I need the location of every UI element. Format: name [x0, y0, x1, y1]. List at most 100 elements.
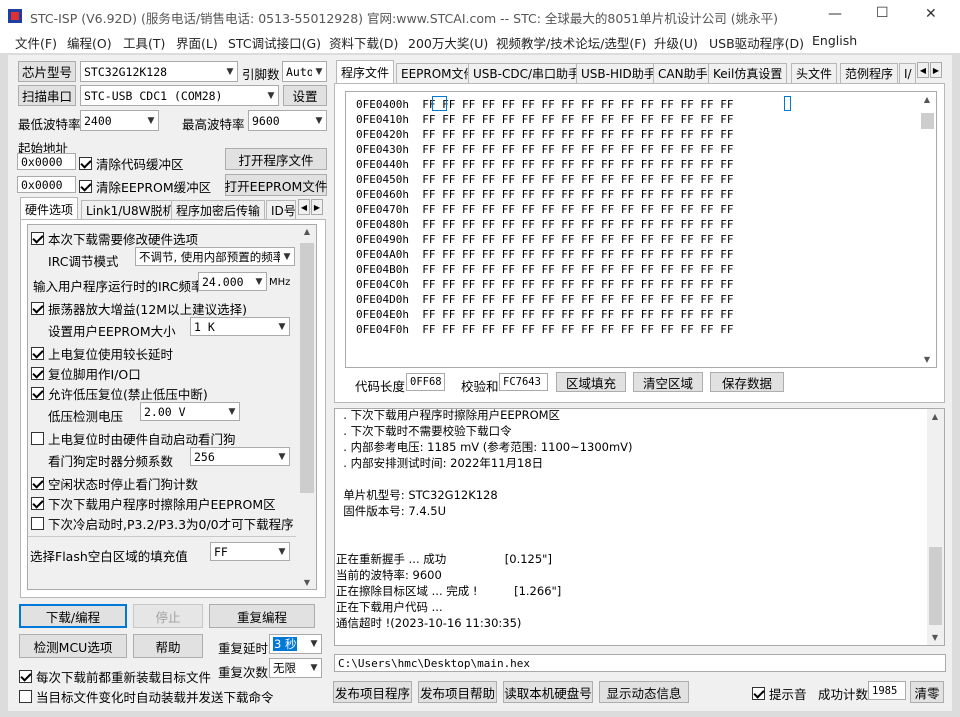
- tab-more[interactable]: I/: [899, 63, 916, 83]
- log-scrollbar[interactable]: ▲ ▼: [927, 409, 944, 645]
- scroll-down-icon[interactable]: ▼: [927, 633, 943, 642]
- address-input-2[interactable]: 0x0000: [17, 176, 76, 193]
- clear-count-button[interactable]: 清零: [910, 681, 944, 703]
- hex-view[interactable]: 0FE0400h FF FF FF FF FF FF FF FF FF FF F…: [345, 91, 937, 368]
- erase-eeprom-checkbox[interactable]: 下次下载用户程序时擦除用户EEPROM区: [31, 494, 276, 513]
- tab-scroll-right-icon[interactable]: ▶: [311, 199, 323, 215]
- max-baud-label: 最高波特率: [182, 117, 245, 132]
- settings-button[interactable]: 设置: [283, 85, 327, 106]
- area-fill-button[interactable]: 区域填充: [556, 372, 626, 392]
- tab-scroll-left-icon[interactable]: ◀: [917, 62, 929, 78]
- menu-interface[interactable]: 界面(L): [176, 33, 218, 52]
- options-scrollbar[interactable]: ▲ ▼: [298, 225, 316, 589]
- irc-frequency-select[interactable]: 24.000 ▼: [198, 272, 267, 291]
- port-select[interactable]: STC-USB CDC1 (COM28) ▼: [80, 85, 279, 106]
- min-baud-select[interactable]: 2400 ▼: [80, 110, 159, 131]
- oscillator-gain-checkbox[interactable]: 振荡器放大增益(12M以上建议选择): [31, 299, 247, 318]
- file-path-field[interactable]: C:\Users\hmc\Desktop\main.hex: [334, 654, 946, 672]
- chip-model-select[interactable]: STC32G12K128 ▼: [80, 61, 238, 82]
- menu-upgrade[interactable]: 升级(U): [654, 33, 698, 52]
- menu-docs[interactable]: 资料下载(D): [329, 33, 398, 52]
- menu-file[interactable]: 文件(F): [15, 33, 57, 52]
- chip-model-button[interactable]: 芯片型号: [18, 61, 76, 82]
- tab-encrypt[interactable]: 程序加密后传输: [171, 200, 266, 220]
- address-input-1[interactable]: 0x0000: [17, 153, 76, 170]
- scrollbar-thumb[interactable]: [300, 243, 314, 493]
- clear-code-buffer-checkbox[interactable]: 清除代码缓冲区: [79, 154, 184, 173]
- beep-checkbox[interactable]: 提示音: [752, 684, 807, 703]
- minimize-button[interactable]: —: [828, 6, 842, 22]
- checkbox-box: [79, 157, 92, 170]
- scroll-down-icon[interactable]: ▼: [299, 578, 315, 587]
- cold-boot-checkbox[interactable]: 下次冷启动时,P3.2/P3.3为0/0才可下载程序: [31, 514, 294, 533]
- tab-scroll-right-icon[interactable]: ▶: [930, 62, 942, 78]
- long-delay-checkbox[interactable]: 上电复位使用较长延时: [31, 344, 173, 363]
- tab-hardware-options[interactable]: 硬件选项: [20, 197, 79, 220]
- detect-mcu-button[interactable]: 检测MCU选项: [19, 634, 127, 658]
- watchdog-divider-select[interactable]: 256 ▼: [190, 447, 290, 466]
- tab-scroll-left-icon[interactable]: ◀: [298, 199, 310, 215]
- tab-can[interactable]: CAN助手: [653, 63, 713, 83]
- repeat-program-button[interactable]: 重复编程: [209, 604, 315, 628]
- scroll-up-icon[interactable]: ▲: [927, 412, 943, 421]
- tab-examples[interactable]: 范例程序: [840, 63, 899, 83]
- open-program-button[interactable]: 打开程序文件: [225, 148, 327, 170]
- read-disk-id-button[interactable]: 读取本机硬盘号: [503, 681, 593, 703]
- show-dynamic-info-button[interactable]: 显示动态信息: [599, 681, 689, 703]
- irc-mode-select[interactable]: 不调节, 使用内部预置的频率 ▼: [135, 247, 295, 266]
- menu-english[interactable]: English: [812, 33, 857, 48]
- tab-usb-cdc[interactable]: USB-CDC/串口助手: [468, 63, 586, 83]
- hex-scrollbar[interactable]: ▲ ▼: [919, 92, 936, 367]
- clear-area-button[interactable]: 清空区域: [633, 372, 703, 392]
- auto-send-checkbox[interactable]: 当目标文件变化时自动装载并发送下载命令: [19, 687, 274, 706]
- save-data-button[interactable]: 保存数据: [710, 372, 784, 392]
- chevron-down-icon: ▼: [267, 90, 275, 101]
- idle-watchdog-checkbox[interactable]: 空闲状态时停止看门狗计数: [31, 474, 198, 493]
- title-bar: STC-ISP (V6.92D) (服务电话/销售电话: 0513-550129…: [0, 0, 960, 31]
- tab-header-file[interactable]: 头文件: [791, 63, 838, 83]
- clear-eeprom-buffer-checkbox[interactable]: 清除EEPROM缓冲区: [79, 177, 211, 196]
- reload-each-checkbox[interactable]: 每次下载前都重新装载目标文件: [19, 667, 211, 686]
- scroll-up-icon[interactable]: ▲: [299, 227, 315, 236]
- help-button[interactable]: 帮助: [133, 634, 203, 658]
- idle-watchdog-label: 空闲状态时停止看门狗计数: [48, 477, 199, 492]
- max-baud-select[interactable]: 9600 ▼: [248, 110, 327, 131]
- tab-program-file[interactable]: 程序文件: [336, 60, 395, 83]
- watchdog-hw-checkbox[interactable]: 上电复位时由硬件自动启动看门狗: [31, 429, 236, 448]
- menu-usb-driver[interactable]: USB驱动程序(D): [709, 33, 804, 52]
- low-voltage-reset-checkbox[interactable]: 允许低压复位(禁止低压中断): [31, 384, 208, 403]
- flash-fill-select[interactable]: FF ▼: [210, 542, 290, 561]
- menu-video[interactable]: 视频教学/技术论坛/选型(F): [496, 33, 646, 52]
- menu-debug[interactable]: STC调试接口(G): [228, 33, 321, 52]
- scroll-down-icon[interactable]: ▼: [919, 355, 935, 364]
- log-output[interactable]: . 下次下载用户程序时擦除用户EEPROM区 . 下次下载时不需要校验下载口令 …: [334, 408, 945, 646]
- repeat-count-select[interactable]: 无限 ▼: [269, 658, 322, 678]
- publish-help-button[interactable]: 发布项目帮助: [418, 681, 497, 703]
- open-eeprom-button[interactable]: 打开EEPROM文件: [225, 174, 327, 196]
- scroll-up-icon[interactable]: ▲: [919, 95, 935, 104]
- maximize-button[interactable]: ☐: [876, 5, 889, 21]
- tab-link1[interactable]: Link1/U8W脱机: [81, 200, 180, 220]
- modify-hardware-checkbox[interactable]: 本次下载需要修改硬件选项: [31, 229, 198, 248]
- menu-tools[interactable]: 工具(T): [123, 33, 165, 52]
- download-button[interactable]: 下载/编程: [19, 604, 127, 628]
- chevron-down-icon: ▼: [278, 546, 286, 557]
- close-button[interactable]: ✕: [925, 6, 937, 22]
- stop-button[interactable]: 停止: [133, 604, 203, 628]
- publish-program-button[interactable]: 发布项目程序: [333, 681, 412, 703]
- tab-id[interactable]: ID号: [266, 200, 296, 220]
- scrollbar-thumb[interactable]: [929, 547, 942, 625]
- repeat-delay-select[interactable]: 3 秒 ▼: [269, 634, 322, 654]
- menu-program[interactable]: 编程(O): [67, 33, 112, 52]
- pin-count-select[interactable]: Auto ▼: [282, 61, 327, 82]
- tab-keil-sim[interactable]: Keil仿真设置: [708, 63, 788, 83]
- reset-pin-io-checkbox[interactable]: 复位脚用作I/O口: [31, 364, 141, 383]
- hex-bytes: FF FF FF FF FF FF FF FF FF FF FF FF FF F…: [422, 113, 734, 126]
- eeprom-size-select[interactable]: 1 K ▼: [190, 317, 290, 336]
- low-voltage-select[interactable]: 2.00 V ▼: [140, 402, 240, 421]
- scan-port-button[interactable]: 扫描串口: [18, 85, 76, 106]
- chevron-down-icon: ▼: [283, 251, 291, 262]
- menu-prize[interactable]: 200万大奖(U): [408, 33, 488, 52]
- tab-usb-hid[interactable]: USB-HID助手: [576, 63, 661, 83]
- scrollbar-thumb[interactable]: [921, 113, 934, 129]
